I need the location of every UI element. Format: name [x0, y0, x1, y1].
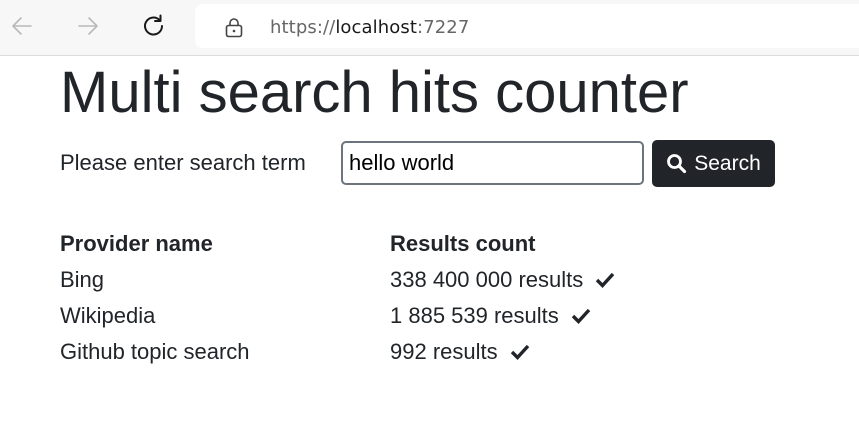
results-count-cell: 992 results: [390, 334, 615, 370]
checkmark-icon: [596, 273, 615, 289]
results-count: 992 results: [390, 339, 498, 364]
url-host: localhost: [335, 17, 418, 38]
checkmark-icon: [571, 309, 591, 325]
browser-toolbar: https://localhost:7227: [0, 0, 859, 56]
url-text[interactable]: https://localhost:7227: [270, 17, 469, 38]
header-provider-name: Provider name: [60, 231, 213, 256]
search-button-label: Search: [694, 151, 761, 175]
table-row: Github topic search 992 results: [60, 334, 615, 370]
provider-name: Github topic search: [60, 339, 250, 364]
results-table: Provider name Results count Bing 338 400…: [60, 226, 615, 370]
search-label: Please enter search term: [60, 150, 306, 175]
search-icon: [667, 154, 687, 174]
provider-name: Wikipedia: [60, 303, 156, 328]
url-port: :7227: [417, 17, 470, 38]
forward-button[interactable]: [73, 11, 103, 41]
back-button[interactable]: [7, 11, 37, 41]
results-count: 1 885 539 results: [390, 303, 559, 328]
url-scheme: https://: [270, 17, 336, 38]
page-title: Multi search hits counter: [60, 60, 689, 125]
table-header-row: Provider name Results count: [60, 226, 615, 262]
reload-button[interactable]: [139, 11, 169, 41]
table-row: Wikipedia 1 885 539 results: [60, 298, 615, 334]
results-count-cell: 1 885 539 results: [390, 298, 615, 334]
table-row: Bing 338 400 000 results: [60, 262, 615, 298]
forward-arrow-icon: [78, 17, 98, 35]
provider-name: Bing: [60, 267, 105, 292]
address-bar[interactable]: https://localhost:7227: [195, 4, 859, 48]
lock-icon[interactable]: [224, 16, 244, 38]
back-arrow-icon: [12, 17, 32, 35]
search-input[interactable]: [341, 141, 644, 185]
results-count-cell: 338 400 000 results: [390, 262, 615, 298]
reload-icon: [144, 14, 163, 36]
results-count: 338 400 000 results: [390, 267, 584, 292]
search-button[interactable]: Search: [652, 140, 775, 187]
checkmark-icon: [510, 345, 529, 361]
header-results-count: Results count: [390, 231, 536, 256]
